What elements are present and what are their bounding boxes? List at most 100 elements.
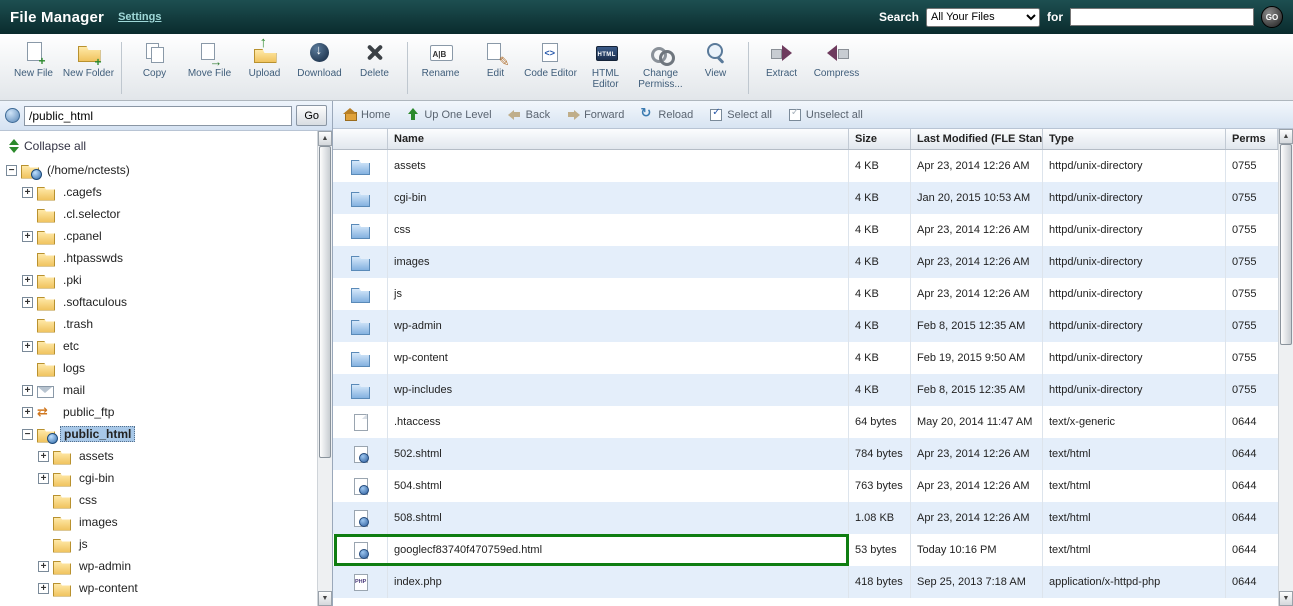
file-row[interactable]: js 4 KB Apr 23, 2014 12:26 AM httpd/unix… (333, 278, 1278, 310)
nav-link[interactable]: Unselect all (788, 108, 863, 121)
toolbar-button[interactable]: Download (292, 38, 347, 79)
tree-item[interactable]: .cpanel (6, 225, 317, 247)
nav-link[interactable]: Select all (709, 108, 772, 121)
path-input[interactable] (24, 106, 292, 126)
tree-item[interactable]: .cagefs (6, 181, 317, 203)
list-scrollbar[interactable]: ▲ ▼ (1278, 129, 1293, 606)
file-row[interactable]: 504.shtml 763 bytes Apr 23, 2014 12:26 A… (333, 470, 1278, 502)
nav-link[interactable]: Back (508, 108, 550, 121)
file-name[interactable]: googlecf83740f470759ed.html (388, 534, 849, 566)
nav-link[interactable]: Reload (640, 108, 693, 121)
tree-scroll-thumb[interactable] (319, 146, 331, 458)
file-name[interactable]: assets (388, 150, 849, 182)
toolbar-button[interactable]: Compress (809, 38, 864, 79)
tree-scroll-track[interactable] (318, 146, 332, 591)
tree-item[interactable]: etc (6, 335, 317, 357)
toolbar-button[interactable]: Delete (347, 38, 402, 79)
collapse-icon[interactable] (22, 429, 33, 440)
search-go-button[interactable]: GO (1261, 6, 1283, 28)
toolbar-button[interactable]: Change Permiss... (633, 38, 688, 90)
tree-item[interactable]: .softaculous (6, 291, 317, 313)
toolbar-button[interactable]: Copy (127, 38, 182, 79)
tree-item[interactable]: assets (6, 445, 317, 467)
file-row[interactable]: images 4 KB Apr 23, 2014 12:26 AM httpd/… (333, 246, 1278, 278)
perms-column-header[interactable]: Perms (1226, 129, 1278, 149)
file-name[interactable]: cgi-bin (388, 182, 849, 214)
expand-icon[interactable] (22, 385, 33, 396)
tree-scrollbar[interactable]: ▲ ▼ (317, 131, 332, 606)
expand-icon[interactable] (22, 297, 33, 308)
file-row[interactable]: index.php 418 bytes Sep 25, 2013 7:18 AM… (333, 566, 1278, 598)
tree-item[interactable]: wp-admin (6, 555, 317, 577)
file-row[interactable]: 502.shtml 784 bytes Apr 23, 2014 12:26 A… (333, 438, 1278, 470)
expand-icon[interactable] (22, 187, 33, 198)
toolbar-button[interactable]: Rename (413, 38, 468, 79)
file-row[interactable]: css 4 KB Apr 23, 2014 12:26 AM httpd/uni… (333, 214, 1278, 246)
tree-item[interactable]: public_html (6, 423, 317, 445)
toolbar-button[interactable]: Edit (468, 38, 523, 79)
list-scroll-thumb[interactable] (1280, 144, 1292, 345)
file-name[interactable]: css (388, 214, 849, 246)
file-name[interactable]: 504.shtml (388, 470, 849, 502)
nav-link[interactable]: Home (343, 108, 390, 121)
file-row[interactable]: wp-content 4 KB Feb 19, 2015 9:50 AM htt… (333, 342, 1278, 374)
file-row[interactable]: googlecf83740f470759ed.html 53 bytes Tod… (333, 534, 1278, 566)
toolbar-button[interactable]: Extract (754, 38, 809, 79)
expand-icon[interactable] (38, 583, 49, 594)
modified-column-header[interactable]: Last Modified (FLE Stand (911, 129, 1043, 149)
size-column-header[interactable]: Size (849, 129, 911, 149)
expand-icon[interactable] (38, 451, 49, 462)
file-name[interactable]: wp-admin (388, 310, 849, 342)
expand-icon[interactable] (22, 341, 33, 352)
toolbar-button[interactable]: New Folder (61, 38, 116, 79)
tree-item[interactable]: mail (6, 379, 317, 401)
file-name[interactable]: 508.shtml (388, 502, 849, 534)
name-column-header[interactable]: Name (388, 129, 849, 149)
expand-icon[interactable] (38, 473, 49, 484)
toolbar-button[interactable]: New File (6, 38, 61, 79)
tree-item[interactable]: cgi-bin (6, 467, 317, 489)
file-row[interactable]: cgi-bin 4 KB Jan 20, 2015 10:53 AM httpd… (333, 182, 1278, 214)
file-name[interactable]: index.php (388, 566, 849, 598)
tree-item[interactable]: logs (6, 357, 317, 379)
tree-item[interactable]: .cl.selector (6, 203, 317, 225)
file-name[interactable]: 502.shtml (388, 438, 849, 470)
file-name[interactable]: wp-content (388, 342, 849, 374)
tree-item[interactable]: css (6, 489, 317, 511)
search-input[interactable] (1070, 8, 1254, 26)
tree-item[interactable]: .htpasswds (6, 247, 317, 269)
path-go-button[interactable]: Go (296, 105, 327, 126)
file-name[interactable]: images (388, 246, 849, 278)
collapse-icon[interactable] (6, 165, 17, 176)
file-name[interactable]: wp-includes (388, 374, 849, 406)
file-row[interactable]: wp-includes 4 KB Feb 8, 2015 12:35 AM ht… (333, 374, 1278, 406)
toolbar-button[interactable]: HTML Editor (578, 38, 633, 90)
list-scroll-up-icon[interactable]: ▲ (1279, 129, 1293, 144)
tree-scroll-up-icon[interactable]: ▲ (318, 131, 332, 146)
list-scroll-track[interactable] (1279, 144, 1293, 591)
search-scope-select[interactable]: All Your Files (926, 8, 1040, 27)
expand-icon[interactable] (22, 275, 33, 286)
toolbar-button[interactable]: Move File (182, 38, 237, 79)
toolbar-button[interactable]: Upload (237, 38, 292, 79)
tree-item[interactable]: (/home/nctests) (6, 159, 317, 181)
file-name[interactable]: .htaccess (388, 406, 849, 438)
expand-icon[interactable] (22, 407, 33, 418)
tree-item[interactable]: .pki (6, 269, 317, 291)
tree-item[interactable]: images (6, 511, 317, 533)
type-column-header[interactable]: Type (1043, 129, 1226, 149)
expand-icon[interactable] (38, 561, 49, 572)
settings-link[interactable]: Settings (118, 11, 161, 23)
expand-icon[interactable] (22, 231, 33, 242)
tree-item[interactable]: wp-content (6, 577, 317, 599)
file-row[interactable]: wp-admin 4 KB Feb 8, 2015 12:35 AM httpd… (333, 310, 1278, 342)
tree-item[interactable]: js (6, 533, 317, 555)
file-name[interactable]: js (388, 278, 849, 310)
list-scroll-down-icon[interactable]: ▼ (1279, 591, 1293, 606)
file-row[interactable]: 508.shtml 1.08 KB Apr 23, 2014 12:26 AM … (333, 502, 1278, 534)
file-row[interactable]: .htaccess 64 bytes May 20, 2014 11:47 AM… (333, 406, 1278, 438)
toolbar-button[interactable]: Code Editor (523, 38, 578, 79)
tree-item[interactable]: public_ftp (6, 401, 317, 423)
tree-scroll-down-icon[interactable]: ▼ (318, 591, 332, 606)
collapse-all-link[interactable]: Collapse all (8, 139, 317, 153)
